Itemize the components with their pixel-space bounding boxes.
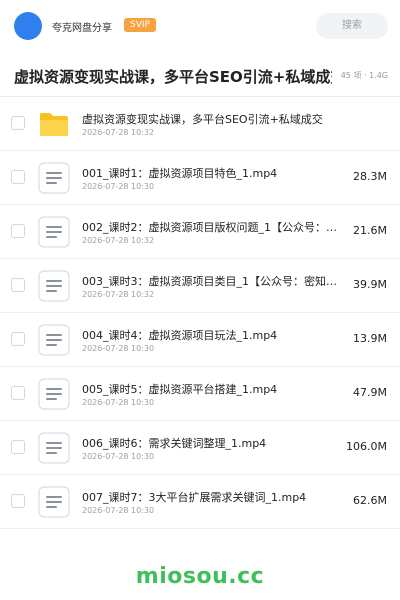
file-size: 28.3M	[353, 170, 387, 183]
row-checkbox[interactable]	[11, 224, 25, 238]
file-size: 21.6M	[353, 224, 387, 237]
username: 夸克网盘分享	[52, 23, 112, 34]
file-name: 004_课时4：虚拟资源项目玩法_1.mp4	[82, 329, 278, 342]
file-date: 2026-07-28 10:30	[82, 182, 155, 191]
svip-badge: SVIP	[124, 18, 156, 32]
file-date: 2026-07-28 10:30	[82, 344, 155, 353]
file-size: 106.0M	[346, 440, 387, 453]
file-icon	[38, 270, 70, 302]
file-name: 001_课时1：虚拟资源项目特色_1.mp4	[82, 167, 278, 180]
file-size: 62.6M	[353, 494, 387, 507]
file-date: 2026-07-28 10:30	[82, 398, 155, 407]
file-row[interactable]: 005_课时5：虚拟资源平台搭建_1.mp4 2026-07-28 10:30 …	[0, 367, 400, 421]
row-checkbox[interactable]	[11, 278, 25, 292]
share-meta: 45 项 · 1.4G	[340, 71, 388, 80]
file-name: 002_课时2：虚拟资源项目版权问题_1【公众号：密知云课程】.mp4	[82, 221, 342, 234]
file-row[interactable]: 007_课时7：3大平台扩展需求关键词_1.mp4 2026-07-28 10:…	[0, 475, 400, 529]
file-icon	[38, 486, 70, 518]
footer: miosou.cc	[0, 556, 400, 600]
file-name: 虚拟资源变现实战课，多平台SEO引流+私域成交	[82, 113, 323, 126]
watermark-text: miosou.cc	[135, 564, 265, 589]
folder-icon	[38, 108, 70, 140]
search-button[interactable]: 搜索	[316, 13, 388, 39]
file-row[interactable]: 006_课时6：需求关键词整理_1.mp4 2026-07-28 10:30 1…	[0, 421, 400, 475]
file-icon	[38, 378, 70, 410]
file-date: 2026-07-28 10:32	[82, 236, 155, 245]
file-name: 003_课时3：虚拟资源项目类目_1【公众号：密知云课程】.mp4	[82, 275, 342, 288]
row-checkbox[interactable]	[11, 170, 25, 184]
file-list: 虚拟资源变现实战课，多平台SEO引流+私域成交 2026-07-28 10:32…	[0, 97, 400, 529]
share-title-row: 虚拟资源变现实战课，多平台SEO引流+私域成交 45 项 · 1.4G	[0, 54, 400, 97]
file-date: 2026-07-28 10:30	[82, 506, 155, 515]
file-name: 005_课时5：虚拟资源平台搭建_1.mp4	[82, 383, 278, 396]
file-date: 2026-07-28 10:30	[82, 452, 155, 461]
file-name: 007_课时7：3大平台扩展需求关键词_1.mp4	[82, 491, 307, 504]
row-checkbox[interactable]	[11, 386, 25, 400]
file-row[interactable]: 002_课时2：虚拟资源项目版权问题_1【公众号：密知云课程】.mp4 2026…	[0, 205, 400, 259]
file-size: 13.9M	[353, 332, 387, 345]
file-icon	[38, 324, 70, 356]
row-checkbox[interactable]	[11, 332, 25, 346]
file-name: 006_课时6：需求关键词整理_1.mp4	[82, 437, 267, 450]
file-size: 39.9M	[353, 278, 387, 291]
page-title: 虚拟资源变现实战课，多平台SEO引流+私域成交	[14, 68, 332, 86]
file-icon	[38, 432, 70, 464]
avatar[interactable]	[14, 12, 42, 40]
row-checkbox[interactable]	[11, 116, 25, 130]
file-date: 2026-07-28 10:32	[82, 290, 155, 299]
row-checkbox[interactable]	[11, 494, 25, 508]
file-icon	[38, 162, 70, 194]
file-size: 47.9M	[353, 386, 387, 399]
file-row[interactable]: 003_课时3：虚拟资源项目类目_1【公众号：密知云课程】.mp4 2026-0…	[0, 259, 400, 313]
top-bar: 夸克网盘分享 SVIP 搜索	[0, 0, 400, 54]
file-row[interactable]: 004_课时4：虚拟资源项目玩法_1.mp4 2026-07-28 10:30 …	[0, 313, 400, 367]
row-checkbox[interactable]	[11, 440, 25, 454]
file-row[interactable]: 虚拟资源变现实战课，多平台SEO引流+私域成交 2026-07-28 10:32	[0, 97, 400, 151]
file-row[interactable]: 001_课时1：虚拟资源项目特色_1.mp4 2026-07-28 10:30 …	[0, 151, 400, 205]
file-date: 2026-07-28 10:32	[82, 128, 155, 137]
file-icon	[38, 216, 70, 248]
